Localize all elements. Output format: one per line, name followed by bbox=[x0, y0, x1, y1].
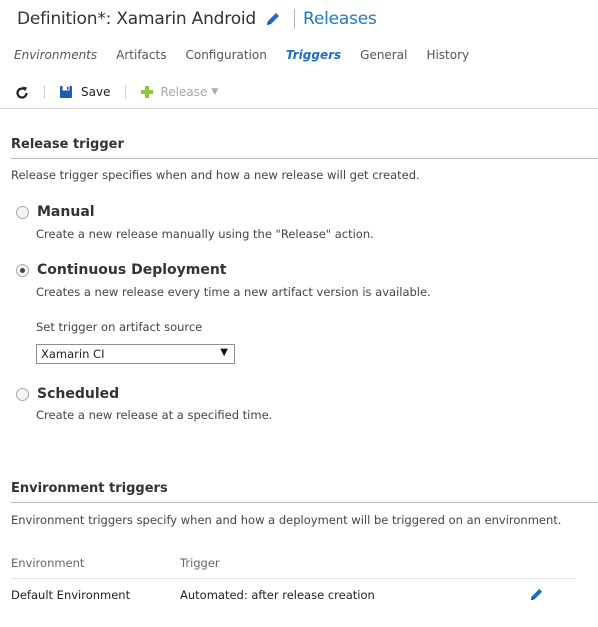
toolbar-divider bbox=[44, 85, 45, 99]
environment-cell: Default Environment bbox=[11, 588, 131, 602]
option-label-continuous-deployment: Continuous Deployment bbox=[37, 262, 227, 278]
title-divider bbox=[294, 9, 296, 29]
release-label: Release bbox=[160, 85, 208, 99]
option-label-manual: Manual bbox=[37, 204, 95, 220]
section-divider bbox=[11, 502, 598, 503]
title-bar: Definition*: Xamarin Android Releases bbox=[17, 6, 377, 32]
option-description-scheduled: Create a new release at a specified time… bbox=[36, 408, 273, 422]
tab-history[interactable]: History bbox=[426, 48, 469, 62]
release-trigger-heading: Release trigger bbox=[11, 137, 124, 152]
tab-artifacts[interactable]: Artifacts bbox=[116, 48, 166, 62]
artifact-source-label: Set trigger on artifact source bbox=[36, 320, 203, 334]
tab-general[interactable]: General bbox=[360, 48, 407, 62]
trigger-cell: Automated: after release creation bbox=[180, 588, 375, 602]
environment-triggers-description: Environment triggers specify when and ho… bbox=[11, 513, 562, 527]
plus-icon bbox=[140, 85, 154, 99]
chevron-down-icon: ▼ bbox=[211, 87, 219, 97]
pencil-icon[interactable] bbox=[529, 587, 544, 602]
radio-scheduled[interactable] bbox=[16, 388, 29, 401]
floppy-disk-icon bbox=[59, 85, 73, 99]
column-header-environment: Environment bbox=[11, 556, 85, 570]
pencil-icon[interactable] bbox=[265, 11, 281, 27]
option-description-continuous-deployment: Creates a new release every time a new a… bbox=[36, 285, 431, 299]
tab-bar: Environments Artifacts Configuration Tri… bbox=[14, 45, 488, 65]
page-title: Definition*: Xamarin Android bbox=[17, 9, 257, 29]
tab-environments[interactable]: Environments bbox=[14, 48, 97, 62]
section-divider bbox=[11, 158, 598, 159]
tab-triggers[interactable]: Triggers bbox=[286, 48, 341, 62]
option-label-scheduled: Scheduled bbox=[37, 386, 120, 402]
toolbar-divider bbox=[125, 85, 127, 99]
tab-configuration[interactable]: Configuration bbox=[185, 48, 266, 62]
radio-continuous-deployment[interactable] bbox=[16, 264, 29, 277]
artifact-source-value: Xamarin CI bbox=[41, 347, 105, 361]
dropdown-arrow-icon: ▼ bbox=[220, 347, 228, 358]
release-button[interactable]: Release ▼ bbox=[140, 85, 218, 99]
releases-link[interactable]: Releases bbox=[303, 9, 377, 29]
toolbar: Save Release ▼ bbox=[15, 80, 598, 104]
refresh-icon[interactable] bbox=[15, 85, 29, 99]
toolbar-divider-line bbox=[0, 108, 598, 109]
save-button[interactable]: Save bbox=[59, 85, 110, 99]
table-header-divider bbox=[11, 578, 575, 579]
save-label: Save bbox=[81, 85, 111, 99]
environment-triggers-heading: Environment triggers bbox=[11, 481, 168, 496]
release-trigger-description: Release trigger specifies when and how a… bbox=[11, 168, 420, 182]
artifact-source-select[interactable]: Xamarin CI ▼ bbox=[36, 344, 235, 364]
radio-manual[interactable] bbox=[16, 206, 29, 219]
column-header-trigger: Trigger bbox=[180, 556, 220, 570]
option-description-manual: Create a new release manually using the … bbox=[36, 227, 374, 241]
